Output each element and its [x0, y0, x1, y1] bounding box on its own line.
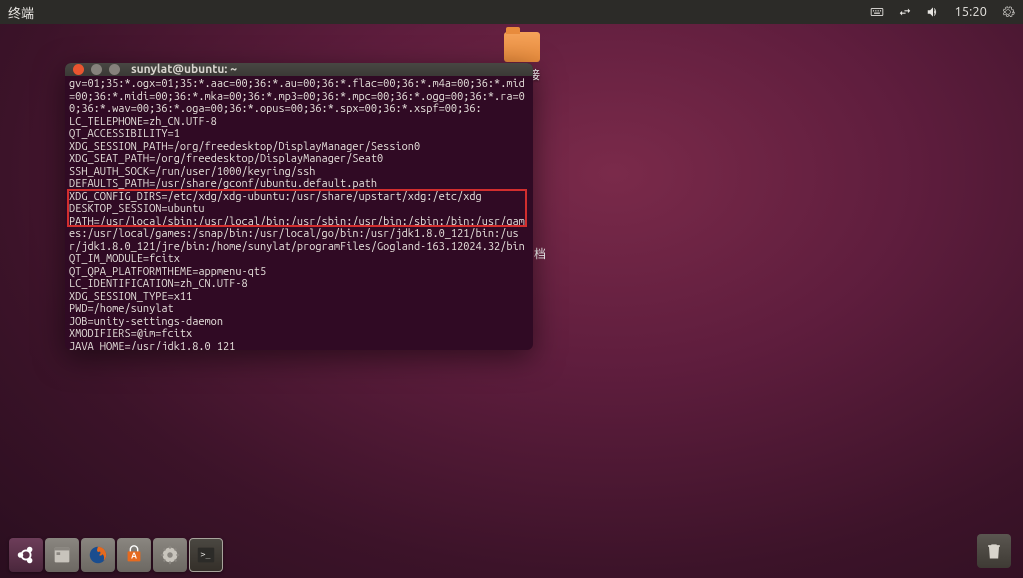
keyboard-icon[interactable]: [870, 5, 884, 19]
top-menubar: 终端 15:20: [0, 0, 1023, 24]
volume-icon[interactable]: [926, 5, 940, 19]
gear-icon[interactable]: [1001, 5, 1015, 19]
terminal-titlebar[interactable]: sunylat@ubuntu: ~: [65, 63, 533, 76]
folder-icon: [504, 32, 540, 62]
minimize-button[interactable]: [91, 64, 102, 75]
clock-time[interactable]: 15:20: [954, 5, 987, 19]
unity-launcher: A >_: [9, 538, 223, 572]
files-icon[interactable]: [45, 538, 79, 572]
svg-text:A: A: [131, 551, 137, 561]
desktop-side-label: 档: [534, 245, 546, 262]
terminal-launcher-icon[interactable]: >_: [189, 538, 223, 572]
terminal-output[interactable]: gv=01;35:*.ogx=01;35:*.aac=00;36:*.au=00…: [65, 76, 533, 350]
terminal-title: sunylat@ubuntu: ~: [131, 63, 237, 76]
ubuntu-software-icon[interactable]: A: [117, 538, 151, 572]
firefox-icon[interactable]: [81, 538, 115, 572]
active-app-title: 终端: [8, 3, 34, 22]
svg-text:>_: >_: [201, 549, 211, 559]
network-icon[interactable]: [898, 5, 912, 19]
dash-icon[interactable]: [9, 538, 43, 572]
system-settings-icon[interactable]: [153, 538, 187, 572]
maximize-button[interactable]: [109, 64, 120, 75]
terminal-window[interactable]: sunylat@ubuntu: ~ gv=01;35:*.ogx=01;35:*…: [65, 63, 533, 350]
close-button[interactable]: [73, 64, 84, 75]
path-highlight-annotation: [67, 189, 527, 227]
trash-icon[interactable]: [977, 534, 1011, 568]
